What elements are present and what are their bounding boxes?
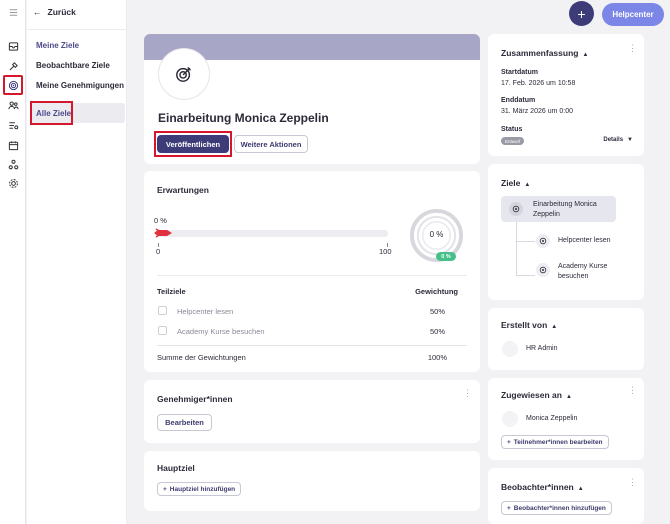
main-goal-title: Hauptziel <box>157 463 195 473</box>
chevron-up-icon: ▲ <box>577 486 584 492</box>
assigned-card: Zugewiesen an ▲ ⋮ Monica Zeppelin + Teiln… <box>488 378 644 460</box>
created-by-card: Erstellt von ▲ HR Admin <box>488 308 644 370</box>
nav-divider <box>27 29 126 30</box>
more-actions-button[interactable]: Weitere Aktionen <box>234 135 308 153</box>
goals-tree-title[interactable]: Ziele ▲ <box>501 178 530 188</box>
org-icon[interactable] <box>5 156 21 172</box>
helpcenter-button[interactable]: Helpcenter <box>602 3 664 26</box>
main-goal-card: Hauptziel + Hauptziel hinzufügen <box>144 451 480 511</box>
target-icon <box>509 202 523 216</box>
divider <box>157 345 467 346</box>
nav-item-meine-ziele[interactable]: Meine Ziele <box>36 41 79 50</box>
goals-tree-card: Ziele ▲ Einarbeitung Monica Zeppelin Help… <box>488 164 644 300</box>
goal-tree-child[interactable]: Academy Kurse besuchen <box>558 262 628 282</box>
gear-icon[interactable] <box>5 175 21 191</box>
calendar-icon[interactable] <box>5 137 21 153</box>
nav-item-beobachtbare-ziele[interactable]: Beobachtbare Ziele <box>36 61 110 70</box>
min-label: 0 <box>156 247 161 256</box>
start-date-label: Startdatum <box>501 69 538 76</box>
people-icon[interactable] <box>5 97 21 113</box>
goal-tree-root-label: Einarbeitung Monica Zeppelin <box>533 201 597 218</box>
details-link[interactable]: Details ▼ <box>603 137 633 143</box>
goals-navigation: ← Zurück Meine Ziele Beobachtbare Ziele … <box>27 0 127 524</box>
creator-name: HR Admin <box>526 345 558 352</box>
more-options-icon[interactable]: ⋮ <box>463 389 472 398</box>
approvers-title: Genehmiger*innen <box>157 394 233 404</box>
target-icon <box>536 263 550 277</box>
gauge-badge: 0 % <box>436 252 456 261</box>
sum-label: Summe der Gewichtungen <box>157 353 246 362</box>
nav-item-meine-genehmigungen[interactable]: Meine Genehmigungen <box>36 81 124 90</box>
edit-approvers-button[interactable]: Bearbeiten <box>157 414 212 431</box>
tools-icon[interactable] <box>5 58 21 74</box>
expectations-title: Erwartungen <box>157 185 209 195</box>
subgoal-checkbox[interactable] <box>158 326 167 335</box>
avatar <box>502 341 518 357</box>
subgoal-name: Helpcenter lesen <box>177 307 234 316</box>
summary-card: Zusammenfassung ▲ ⋮ Startdatum 17. Feb. 2… <box>488 34 644 156</box>
end-date-value: 31. März 2026 um 0:00 <box>501 108 573 115</box>
subgoal-checkbox[interactable] <box>158 306 167 315</box>
status-label: Status <box>501 126 523 133</box>
plus-icon: + <box>507 438 511 446</box>
max-label: 100 <box>379 247 392 256</box>
expectations-card: Erwartungen 0 % 0 100 0 % 0 % Teilziele … <box>144 171 480 372</box>
observers-title[interactable]: Beobachter*innen ▲ <box>501 482 584 492</box>
goal-tree-child[interactable]: Helpcenter lesen <box>558 237 611 244</box>
add-observers-button[interactable]: + Beobachter*innen hinzufügen <box>501 501 612 515</box>
subgoal-weight: 50% <box>429 307 445 316</box>
assigned-title[interactable]: Zugewiesen an ▲ <box>501 390 572 400</box>
progress-gauge: 0 % 0 % <box>409 208 464 263</box>
sum-value: 100% <box>427 353 447 362</box>
arrow-left-icon: ← <box>33 7 42 17</box>
goal-title: Einarbeitung Monica Zeppelin <box>158 111 329 125</box>
highlight-frame <box>30 101 73 125</box>
start-date-value: 17. Feb. 2026 um 10:58 <box>501 80 576 87</box>
chevron-up-icon: ▲ <box>582 52 589 58</box>
list-settings-icon[interactable] <box>5 117 21 133</box>
observers-card: Beobachter*innen ▲ ⋮ + Beobachter*innen h… <box>488 468 644 524</box>
divider <box>157 275 467 276</box>
chevron-up-icon: ▲ <box>524 182 531 188</box>
subgoal-name: Academy Kurse besuchen <box>177 327 265 336</box>
inbox-icon[interactable] <box>5 38 21 54</box>
tree-line <box>516 241 535 242</box>
goal-avatar <box>158 48 210 100</box>
plus-icon: + <box>507 504 511 512</box>
gauge-label: 0 % <box>429 230 444 239</box>
approvers-card: Genehmiger*innen ⋮ Bearbeiten <box>144 380 480 443</box>
weight-header: Gewichtung <box>415 287 458 296</box>
created-by-title[interactable]: Erstellt von ▲ <box>501 320 557 330</box>
progress-track <box>158 230 388 237</box>
plus-icon: + <box>163 485 167 493</box>
more-options-icon[interactable]: ⋮ <box>628 478 637 487</box>
summary-title[interactable]: Zusammenfassung ▲ <box>501 48 588 58</box>
chevron-up-icon: ▲ <box>565 394 572 400</box>
menu-icon[interactable] <box>5 4 21 20</box>
progress-label: 0 % <box>154 216 167 225</box>
add-button[interactable]: + <box>569 1 594 26</box>
chevron-down-icon: ▼ <box>627 137 633 143</box>
tree-line <box>516 222 517 276</box>
assignee-name: Monica Zeppelin <box>526 415 578 422</box>
add-main-goal-button[interactable]: + Hauptziel hinzufügen <box>157 482 242 496</box>
avatar <box>502 411 518 427</box>
subgoals-header: Teilziele <box>157 287 186 296</box>
status-badge: Entwurf <box>501 137 525 145</box>
more-options-icon[interactable]: ⋮ <box>628 386 637 395</box>
chevron-up-icon: ▲ <box>551 324 558 330</box>
publish-highlight-frame <box>154 131 232 157</box>
edit-participants-button[interactable]: + Teilnehmer*innen bearbeiten <box>501 435 609 449</box>
target-icon <box>176 67 191 82</box>
goals-icon[interactable] <box>3 75 23 95</box>
more-options-icon[interactable]: ⋮ <box>628 44 637 53</box>
rocket-icon <box>153 227 173 239</box>
tree-line <box>516 275 535 276</box>
target-icon <box>536 234 550 248</box>
icon-sidebar <box>0 0 26 524</box>
back-link[interactable]: ← Zurück <box>33 7 76 17</box>
end-date-label: Enddatum <box>501 97 536 104</box>
subgoal-weight: 50% <box>429 327 445 336</box>
